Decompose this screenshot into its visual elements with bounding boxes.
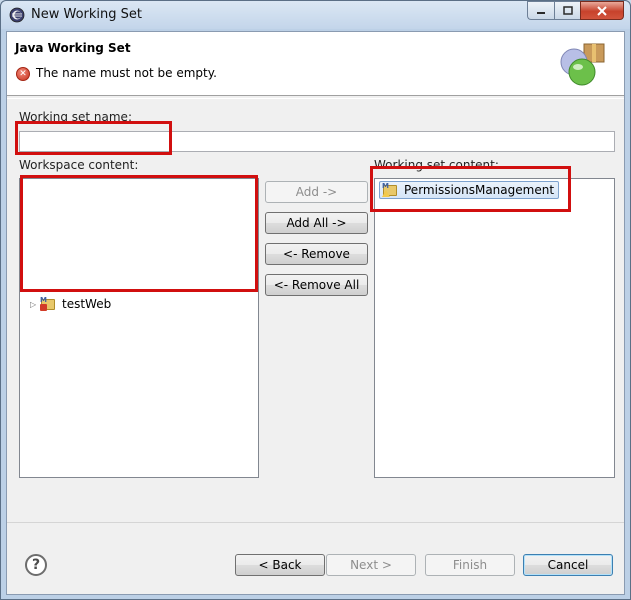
annotation-highlight-workspace — [20, 175, 258, 292]
cancel-button[interactable]: Cancel — [523, 554, 613, 576]
java-project-error-icon: M — [40, 296, 58, 312]
header-divider — [7, 98, 624, 99]
remove-button[interactable]: <- Remove — [265, 243, 368, 265]
remove-all-button[interactable]: <- Remove All — [265, 274, 368, 296]
tree-item[interactable]: ▷ M testWeb — [30, 295, 111, 313]
expand-arrow-icon[interactable]: ▷ — [30, 300, 40, 309]
add-button[interactable]: Add -> — [265, 181, 368, 203]
help-icon[interactable]: ? — [25, 554, 47, 576]
dialog-client-area: Java Working Set ✕ The name must not be … — [6, 31, 625, 595]
next-button[interactable]: Next > — [326, 554, 416, 576]
wizard-header: Java Working Set ✕ The name must not be … — [7, 32, 624, 96]
eclipse-app-icon — [9, 7, 25, 23]
annotation-highlight-working-set — [370, 166, 571, 212]
dialog-window: New Working Set Java Working Set ✕ The n… — [0, 0, 631, 600]
footer-divider — [7, 522, 624, 523]
workspace-content-label: Workspace content: — [19, 158, 139, 172]
working-set-wizard-icon — [560, 43, 605, 86]
window-title: New Working Set — [31, 7, 142, 22]
close-icon — [597, 5, 607, 16]
working-set-content-list[interactable]: M PermissionsManagement — [374, 178, 615, 478]
maximize-button[interactable] — [554, 1, 580, 20]
finish-button[interactable]: Finish — [425, 554, 515, 576]
maximize-icon — [562, 6, 573, 15]
minimize-icon — [537, 11, 545, 14]
error-icon: ✕ — [16, 67, 30, 81]
page-title: Java Working Set — [15, 41, 131, 55]
add-all-button[interactable]: Add All -> — [265, 212, 368, 234]
close-button[interactable] — [580, 1, 624, 20]
annotation-highlight-name — [15, 121, 172, 155]
back-button[interactable]: < Back — [235, 554, 325, 576]
title-bar[interactable]: New Working Set — [1, 1, 630, 29]
minimize-button[interactable] — [527, 1, 554, 20]
tree-item-label: testWeb — [62, 297, 112, 311]
error-message: The name must not be empty. — [36, 66, 217, 80]
